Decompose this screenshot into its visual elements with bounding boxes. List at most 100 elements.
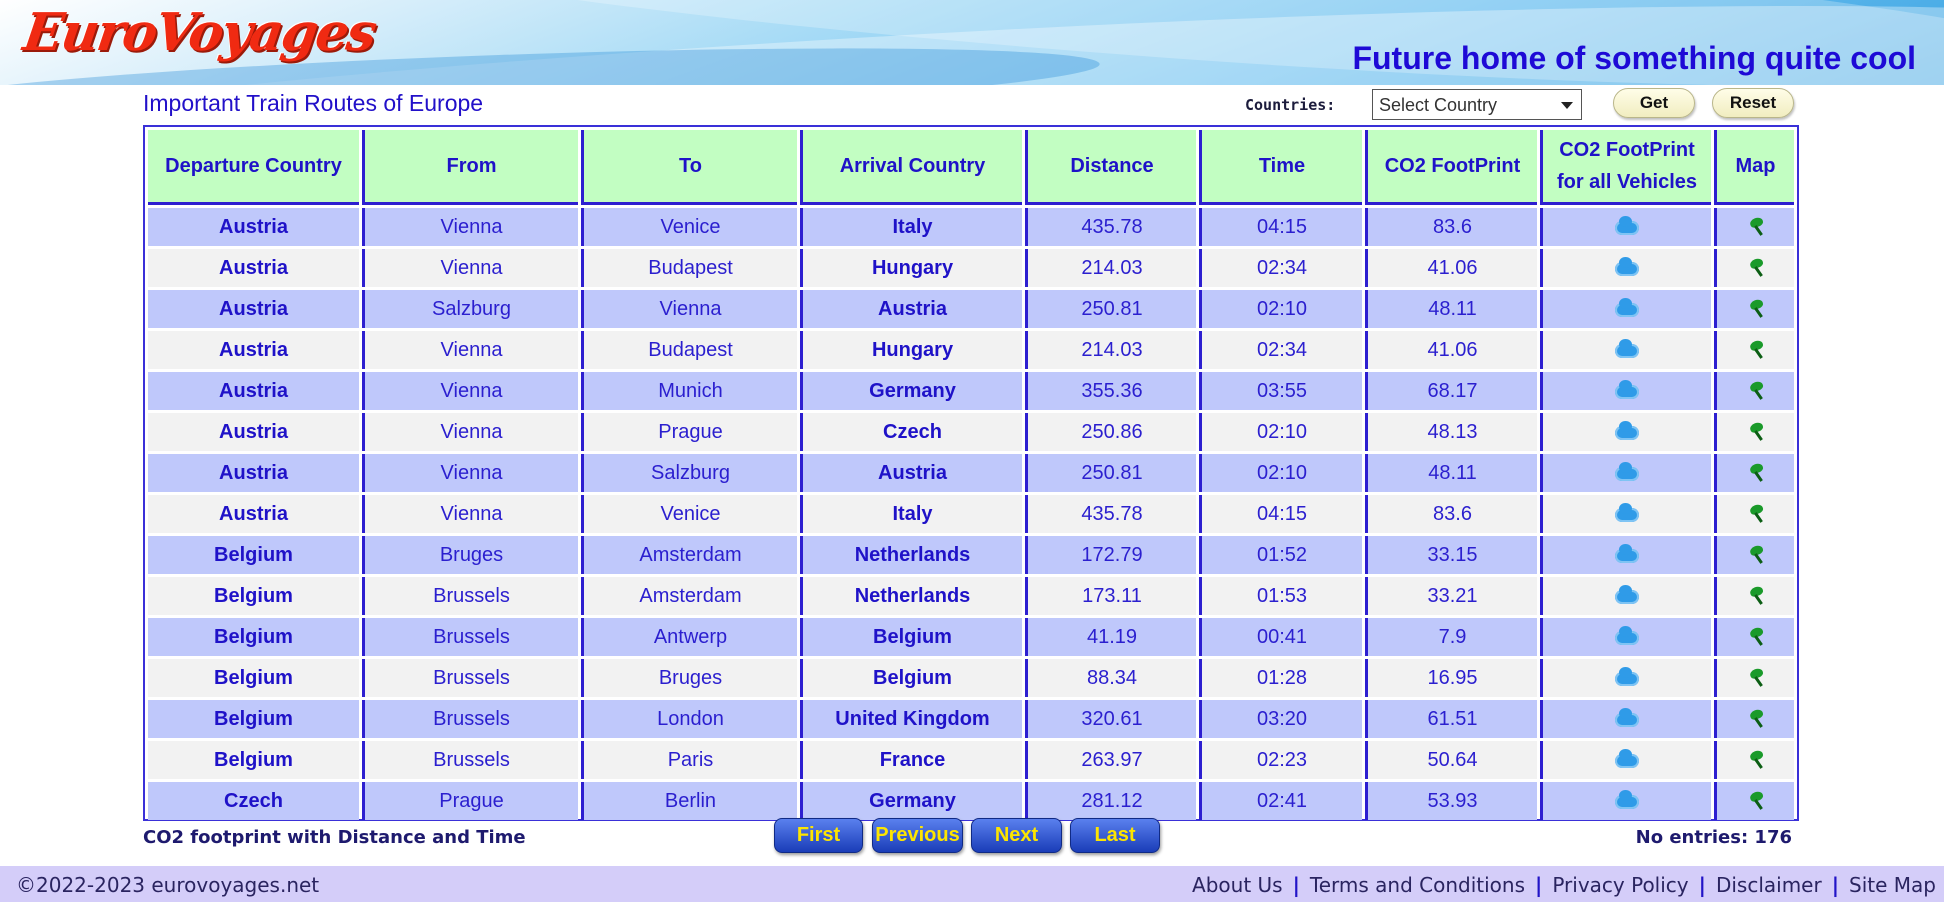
get-button[interactable]: Get xyxy=(1613,88,1695,118)
cell-co2: 83.6 xyxy=(1365,495,1537,533)
co2-cloud-icon[interactable] xyxy=(1615,256,1639,276)
map-pin-icon[interactable] xyxy=(1749,505,1763,523)
footer-separator: | xyxy=(1698,873,1706,897)
cell-dep: Belgium xyxy=(148,659,359,697)
footer-link-disclaimer[interactable]: Disclaimer xyxy=(1716,873,1822,897)
cell-dist: 88.34 xyxy=(1025,659,1196,697)
next-page-button[interactable]: Next xyxy=(971,818,1062,853)
cell-map xyxy=(1714,249,1794,287)
co2-cloud-icon[interactable] xyxy=(1615,789,1639,809)
cell-to: London xyxy=(581,700,797,738)
map-pin-icon[interactable] xyxy=(1749,587,1763,605)
map-pin-icon[interactable] xyxy=(1749,218,1763,236)
map-pin-icon[interactable] xyxy=(1749,300,1763,318)
cell-co2-all-vehicles xyxy=(1540,536,1711,574)
co2-cloud-icon[interactable] xyxy=(1615,420,1639,440)
cell-arr: Austria xyxy=(800,454,1022,492)
cell-from: Vienna xyxy=(362,208,578,246)
table-row: Belgium Brussels Amsterdam Netherlands 173.1… xyxy=(148,577,1794,615)
map-pin-icon[interactable] xyxy=(1749,710,1763,728)
cell-dist: 250.86 xyxy=(1025,413,1196,451)
countries-label: Countries: xyxy=(1245,96,1336,114)
column-header-from: From xyxy=(362,130,578,205)
map-pin-icon[interactable] xyxy=(1749,546,1763,564)
cell-from: Brussels xyxy=(362,659,578,697)
cell-time: 03:20 xyxy=(1199,700,1362,738)
cell-time: 02:10 xyxy=(1199,290,1362,328)
map-pin-icon[interactable] xyxy=(1749,259,1763,277)
site-header: EuroVoyages Future home of something qui… xyxy=(0,0,1944,85)
cell-arr: Germany xyxy=(800,372,1022,410)
cell-time: 01:28 xyxy=(1199,659,1362,697)
cell-arr: Italy xyxy=(800,495,1022,533)
cell-time: 04:15 xyxy=(1199,495,1362,533)
cell-time: 04:15 xyxy=(1199,208,1362,246)
previous-page-button[interactable]: Previous xyxy=(872,818,963,853)
table-row: Austria Vienna Salzburg Austria 250.81 02:10 4… xyxy=(148,454,1794,492)
cell-dep: Belgium xyxy=(148,536,359,574)
cell-arr: Belgium xyxy=(800,659,1022,697)
map-pin-icon[interactable] xyxy=(1749,628,1763,646)
column-header-map: Map xyxy=(1714,130,1794,205)
cell-time: 02:41 xyxy=(1199,782,1362,820)
cell-co2-all-vehicles xyxy=(1540,290,1711,328)
footer-link-about-us[interactable]: About Us xyxy=(1192,873,1283,897)
co2-cloud-icon[interactable] xyxy=(1615,666,1639,686)
last-page-button[interactable]: Last xyxy=(1070,818,1160,853)
column-header-co2-all-vehicles: CO2 FootPrint for all Vehicles xyxy=(1540,130,1711,205)
cell-from: Vienna xyxy=(362,331,578,369)
co2-cloud-icon[interactable] xyxy=(1615,502,1639,522)
co2-cloud-icon[interactable] xyxy=(1615,297,1639,317)
map-pin-icon[interactable] xyxy=(1749,464,1763,482)
co2-cloud-icon[interactable] xyxy=(1615,707,1639,727)
co2-cloud-icon[interactable] xyxy=(1615,625,1639,645)
cell-map xyxy=(1714,618,1794,656)
co2-cloud-icon[interactable] xyxy=(1615,379,1639,399)
co2-cloud-icon[interactable] xyxy=(1615,543,1639,563)
reset-button[interactable]: Reset xyxy=(1712,88,1794,118)
cell-time: 02:34 xyxy=(1199,249,1362,287)
map-pin-icon[interactable] xyxy=(1749,423,1763,441)
site-logo[interactable]: EuroVoyages xyxy=(20,2,379,63)
cell-to: Paris xyxy=(581,741,797,779)
cell-dist: 214.03 xyxy=(1025,249,1196,287)
cell-arr: Italy xyxy=(800,208,1022,246)
footer-link-privacy[interactable]: Privacy Policy xyxy=(1552,873,1688,897)
first-page-button[interactable]: First xyxy=(774,818,863,853)
cell-time: 02:23 xyxy=(1199,741,1362,779)
column-header-time: Time xyxy=(1199,130,1362,205)
map-pin-icon[interactable] xyxy=(1749,341,1763,359)
cell-dist: 320.61 xyxy=(1025,700,1196,738)
co2-cloud-icon[interactable] xyxy=(1615,584,1639,604)
co2-cloud-icon[interactable] xyxy=(1615,748,1639,768)
map-pin-icon[interactable] xyxy=(1749,751,1763,769)
co2-cloud-icon[interactable] xyxy=(1615,338,1639,358)
cell-to: Venice xyxy=(581,208,797,246)
cell-co2-all-vehicles xyxy=(1540,249,1711,287)
co2-cloud-icon[interactable] xyxy=(1615,215,1639,235)
footer-links: About Us | Terms and Conditions | Privacy Po… xyxy=(1192,873,1936,897)
cell-from: Vienna xyxy=(362,413,578,451)
cell-to: Amsterdam xyxy=(581,577,797,615)
table-row: Austria Vienna Munich Germany 355.36 03:55 68.… xyxy=(148,372,1794,410)
cell-to: Salzburg xyxy=(581,454,797,492)
table-row: Austria Vienna Budapest Hungary 214.03 02:34 4… xyxy=(148,249,1794,287)
cell-map xyxy=(1714,331,1794,369)
country-select[interactable]: Select Country xyxy=(1372,89,1582,120)
footer-link-site-map[interactable]: Site Map xyxy=(1849,873,1936,897)
cell-from: Brussels xyxy=(362,741,578,779)
cell-arr: Austria xyxy=(800,290,1022,328)
map-pin-icon[interactable] xyxy=(1749,382,1763,400)
map-pin-icon[interactable] xyxy=(1749,792,1763,810)
cell-from: Brussels xyxy=(362,577,578,615)
cell-dist: 250.81 xyxy=(1025,290,1196,328)
footer-separator: | xyxy=(1831,873,1840,897)
footer-link-terms[interactable]: Terms and Conditions xyxy=(1310,873,1525,897)
map-pin-icon[interactable] xyxy=(1749,669,1763,687)
co2-cloud-icon[interactable] xyxy=(1615,461,1639,481)
cell-dist: 173.11 xyxy=(1025,577,1196,615)
cell-map xyxy=(1714,454,1794,492)
table-row: Austria Vienna Venice Italy 435.78 04:15 83.6 xyxy=(148,495,1794,533)
cell-arr: Netherlands xyxy=(800,536,1022,574)
cell-to: Prague xyxy=(581,413,797,451)
